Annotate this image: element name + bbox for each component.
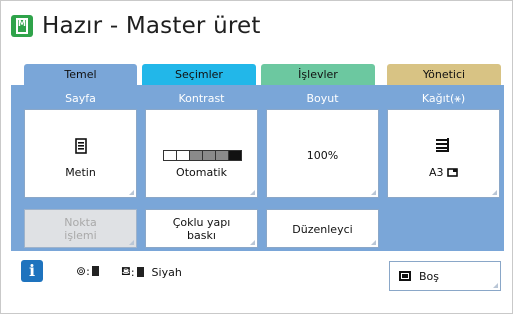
status-bar: i ⊚ : ⛾ : Siyah Boş <box>11 255 504 301</box>
kontrast-button[interactable]: Otomatik <box>145 109 258 198</box>
paper-size-text: A3 <box>428 166 444 179</box>
kagit-label: Kağıt(⚹) <box>421 92 466 105</box>
tab-yonetici[interactable]: Yönetici <box>387 64 501 85</box>
nokta-islemi-button[interactable]: Nokta işlemi <box>24 209 137 248</box>
sayfa-button[interactable]: Metin <box>24 109 137 198</box>
sayfa-label: Sayfa <box>65 92 96 105</box>
tab-secimler[interactable]: Seçimler <box>142 64 256 85</box>
nokta-islemi-line1: Nokta <box>64 216 97 229</box>
page-title: Hazır - Master üret <box>42 13 261 39</box>
ink-status-sep: : <box>130 265 135 279</box>
coklu-yapi-line1: Çoklu yapı <box>172 216 231 229</box>
contrast-bar-icon <box>163 150 242 161</box>
tab-temel[interactable]: Temel <box>24 64 137 85</box>
duzenleyci-button[interactable]: Düzenleyci <box>266 209 379 248</box>
master-status: ⊚ : <box>76 264 99 278</box>
kagit-value: A3 <box>388 166 499 179</box>
duzenleyci-label: Düzenleyci <box>292 223 353 236</box>
ink-level-icon <box>136 267 144 277</box>
app-icon-letter: M <box>18 19 26 28</box>
master-app-icon: M <box>11 15 33 37</box>
kagit-button[interactable]: A3 <box>387 109 500 198</box>
corner-mark <box>371 190 376 195</box>
boyut-label: Boyut <box>306 92 339 105</box>
corner-mark <box>250 190 255 195</box>
master-status-sep: : <box>86 264 90 278</box>
monitor-icon <box>399 271 411 281</box>
ink-color-label: Siyah <box>151 265 182 279</box>
boyut-value: 100% <box>306 149 339 162</box>
bos-label: Boş <box>419 270 440 283</box>
coklu-yapi-baski-button[interactable]: Çoklu yapı baskı <box>145 209 258 248</box>
sayfa-value: Metin <box>65 166 96 179</box>
document-icon <box>75 138 87 154</box>
corner-mark <box>493 283 498 288</box>
info-button[interactable]: i <box>21 260 43 282</box>
master-roll-icon: ⊚ <box>76 264 87 278</box>
boyut-button[interactable]: 100% <box>266 109 379 198</box>
nokta-islemi-line2: işlemi <box>64 229 97 242</box>
title-bar: M Hazır - Master üret <box>11 11 261 41</box>
corner-mark <box>492 190 497 195</box>
nokta-islemi-label: Nokta işlemi <box>25 216 136 242</box>
corner-mark <box>250 240 255 245</box>
ink-status: ⛾ : Siyah <box>121 264 182 280</box>
bos-button[interactable]: Boş <box>389 261 501 291</box>
printer-panel: M Hazır - Master üret Temel Seçimler İşl… <box>0 0 513 314</box>
coklu-yapi-label: Çoklu yapı baskı <box>146 216 257 242</box>
tab-islevler[interactable]: İşlevler <box>261 64 375 85</box>
paper-stack-icon <box>436 138 449 152</box>
kontrast-label: Kontrast <box>178 92 225 105</box>
coklu-yapi-line2: baskı <box>187 229 216 242</box>
ink-bottle-icon: ⛾ <box>121 264 131 278</box>
paper-orientation-icon <box>447 168 458 177</box>
corner-mark <box>371 240 376 245</box>
corner-mark <box>129 190 134 195</box>
corner-mark <box>129 240 134 245</box>
kontrast-value: Otomatik <box>176 166 227 179</box>
master-level-icon <box>91 266 99 276</box>
